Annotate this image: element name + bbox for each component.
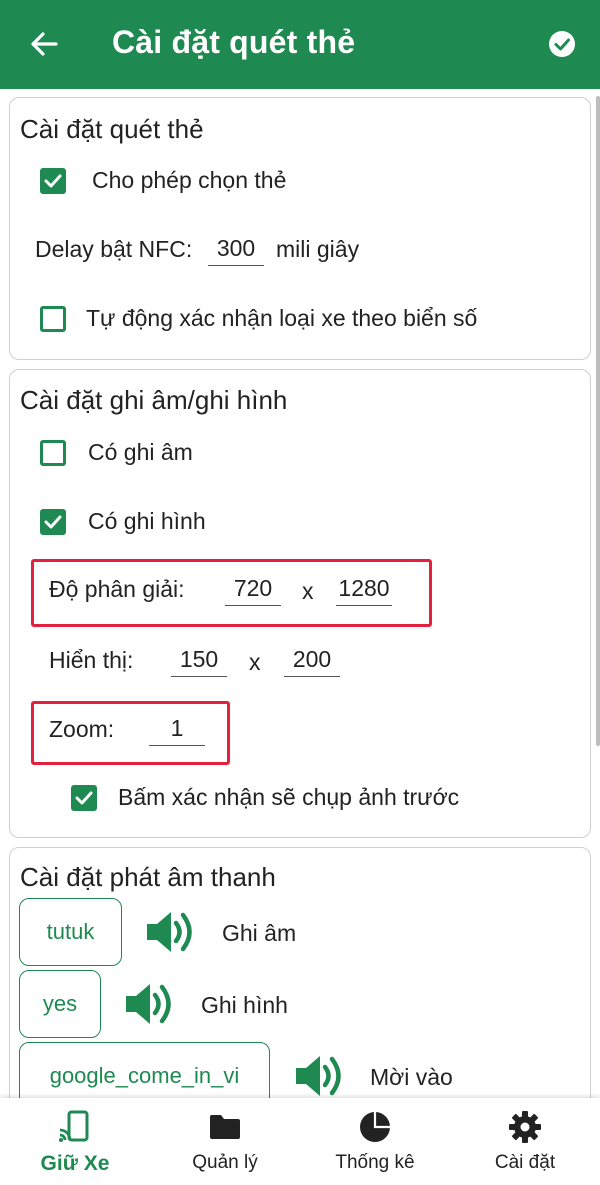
nfc-delay-unit: mili giây (276, 236, 360, 262)
speaker-icon[interactable] (122, 979, 176, 1029)
pie-chart-icon (360, 1112, 390, 1142)
video-record-label: Có ghi hình (88, 508, 206, 534)
speaker-icon[interactable] (143, 907, 197, 957)
app-bar: Cài đặt quét thẻ (0, 0, 600, 89)
audio-record-checkbox[interactable] (40, 440, 66, 466)
nfc-delay-input[interactable]: 300 (208, 235, 264, 266)
capture-before-label: Bấm xác nhận sẽ chụp ảnh trước (118, 784, 460, 810)
back-arrow-icon[interactable] (28, 28, 60, 60)
zoom-input[interactable]: 1 (149, 715, 205, 746)
sound-event-label: Ghi hình (201, 992, 288, 1018)
page-title: Cài đặt quét thẻ (112, 24, 356, 60)
nav-item-quan-ly[interactable]: Quản lý (150, 1098, 300, 1185)
check-icon (44, 174, 62, 188)
zoom-label: Zoom: (49, 716, 115, 742)
scan-settings-card: Cài đặt quét thẻ Cho phép chọn thẻ Delay… (9, 97, 591, 360)
nav-item-thong-ke[interactable]: Thống kê (300, 1098, 450, 1185)
resolution-width-input[interactable]: 720 (225, 575, 281, 606)
nav-item-cai-dat[interactable]: Cài đặt (450, 1098, 600, 1185)
check-icon (75, 791, 93, 805)
display-label: Hiển thị: (49, 647, 134, 673)
bottom-navigation: Giữ Xe Quản lý Thống kê Cài đặt (0, 1098, 600, 1185)
auto-confirm-label: Tự động xác nhận loại xe theo biển số (86, 305, 478, 331)
nav-label: Giữ Xe (40, 1152, 110, 1175)
capture-before-checkbox[interactable] (71, 785, 97, 811)
display-height-input[interactable]: 200 (284, 646, 340, 677)
resolution-height-input[interactable]: 1280 (336, 575, 392, 606)
video-record-checkbox[interactable] (40, 509, 66, 535)
nav-label: Thống kê (335, 1152, 415, 1173)
card-title: Cài đặt quét thẻ (20, 114, 204, 144)
nav-label: Quản lý (192, 1152, 258, 1173)
display-width-input[interactable]: 150 (171, 646, 227, 677)
allow-choose-card-label: Cho phép chọn thẻ (92, 167, 287, 193)
card-title: Cài đặt ghi âm/ghi hình (20, 385, 288, 415)
resolution-separator: x (302, 578, 314, 604)
sound-select-button[interactable]: yes (19, 970, 101, 1038)
auto-confirm-checkbox[interactable] (40, 306, 66, 332)
nav-label: Cài đặt (494, 1152, 556, 1173)
nav-item-giu-xe[interactable]: Giữ Xe (0, 1098, 150, 1185)
sound-event-label: Mời vào (370, 1064, 453, 1090)
resolution-label: Độ phân giải: (49, 576, 185, 602)
audio-record-label: Có ghi âm (88, 439, 193, 465)
folder-icon (210, 1115, 240, 1139)
nfc-delay-label: Delay bật NFC: (35, 236, 193, 262)
cast-phone-icon (59, 1110, 89, 1142)
check-circle-icon[interactable] (548, 30, 576, 58)
sound-select-button[interactable]: tutuk (19, 898, 122, 966)
speaker-icon[interactable] (292, 1051, 346, 1101)
record-settings-card: Cài đặt ghi âm/ghi hình Có ghi âm Có ghi… (9, 369, 591, 838)
check-icon (44, 515, 62, 529)
sound-event-label: Ghi âm (222, 920, 297, 946)
gear-icon (509, 1111, 541, 1143)
allow-choose-card-checkbox[interactable] (40, 168, 66, 194)
scrollbar[interactable] (596, 96, 600, 746)
card-title: Cài đặt phát âm thanh (20, 862, 276, 892)
display-separator: x (249, 649, 261, 675)
